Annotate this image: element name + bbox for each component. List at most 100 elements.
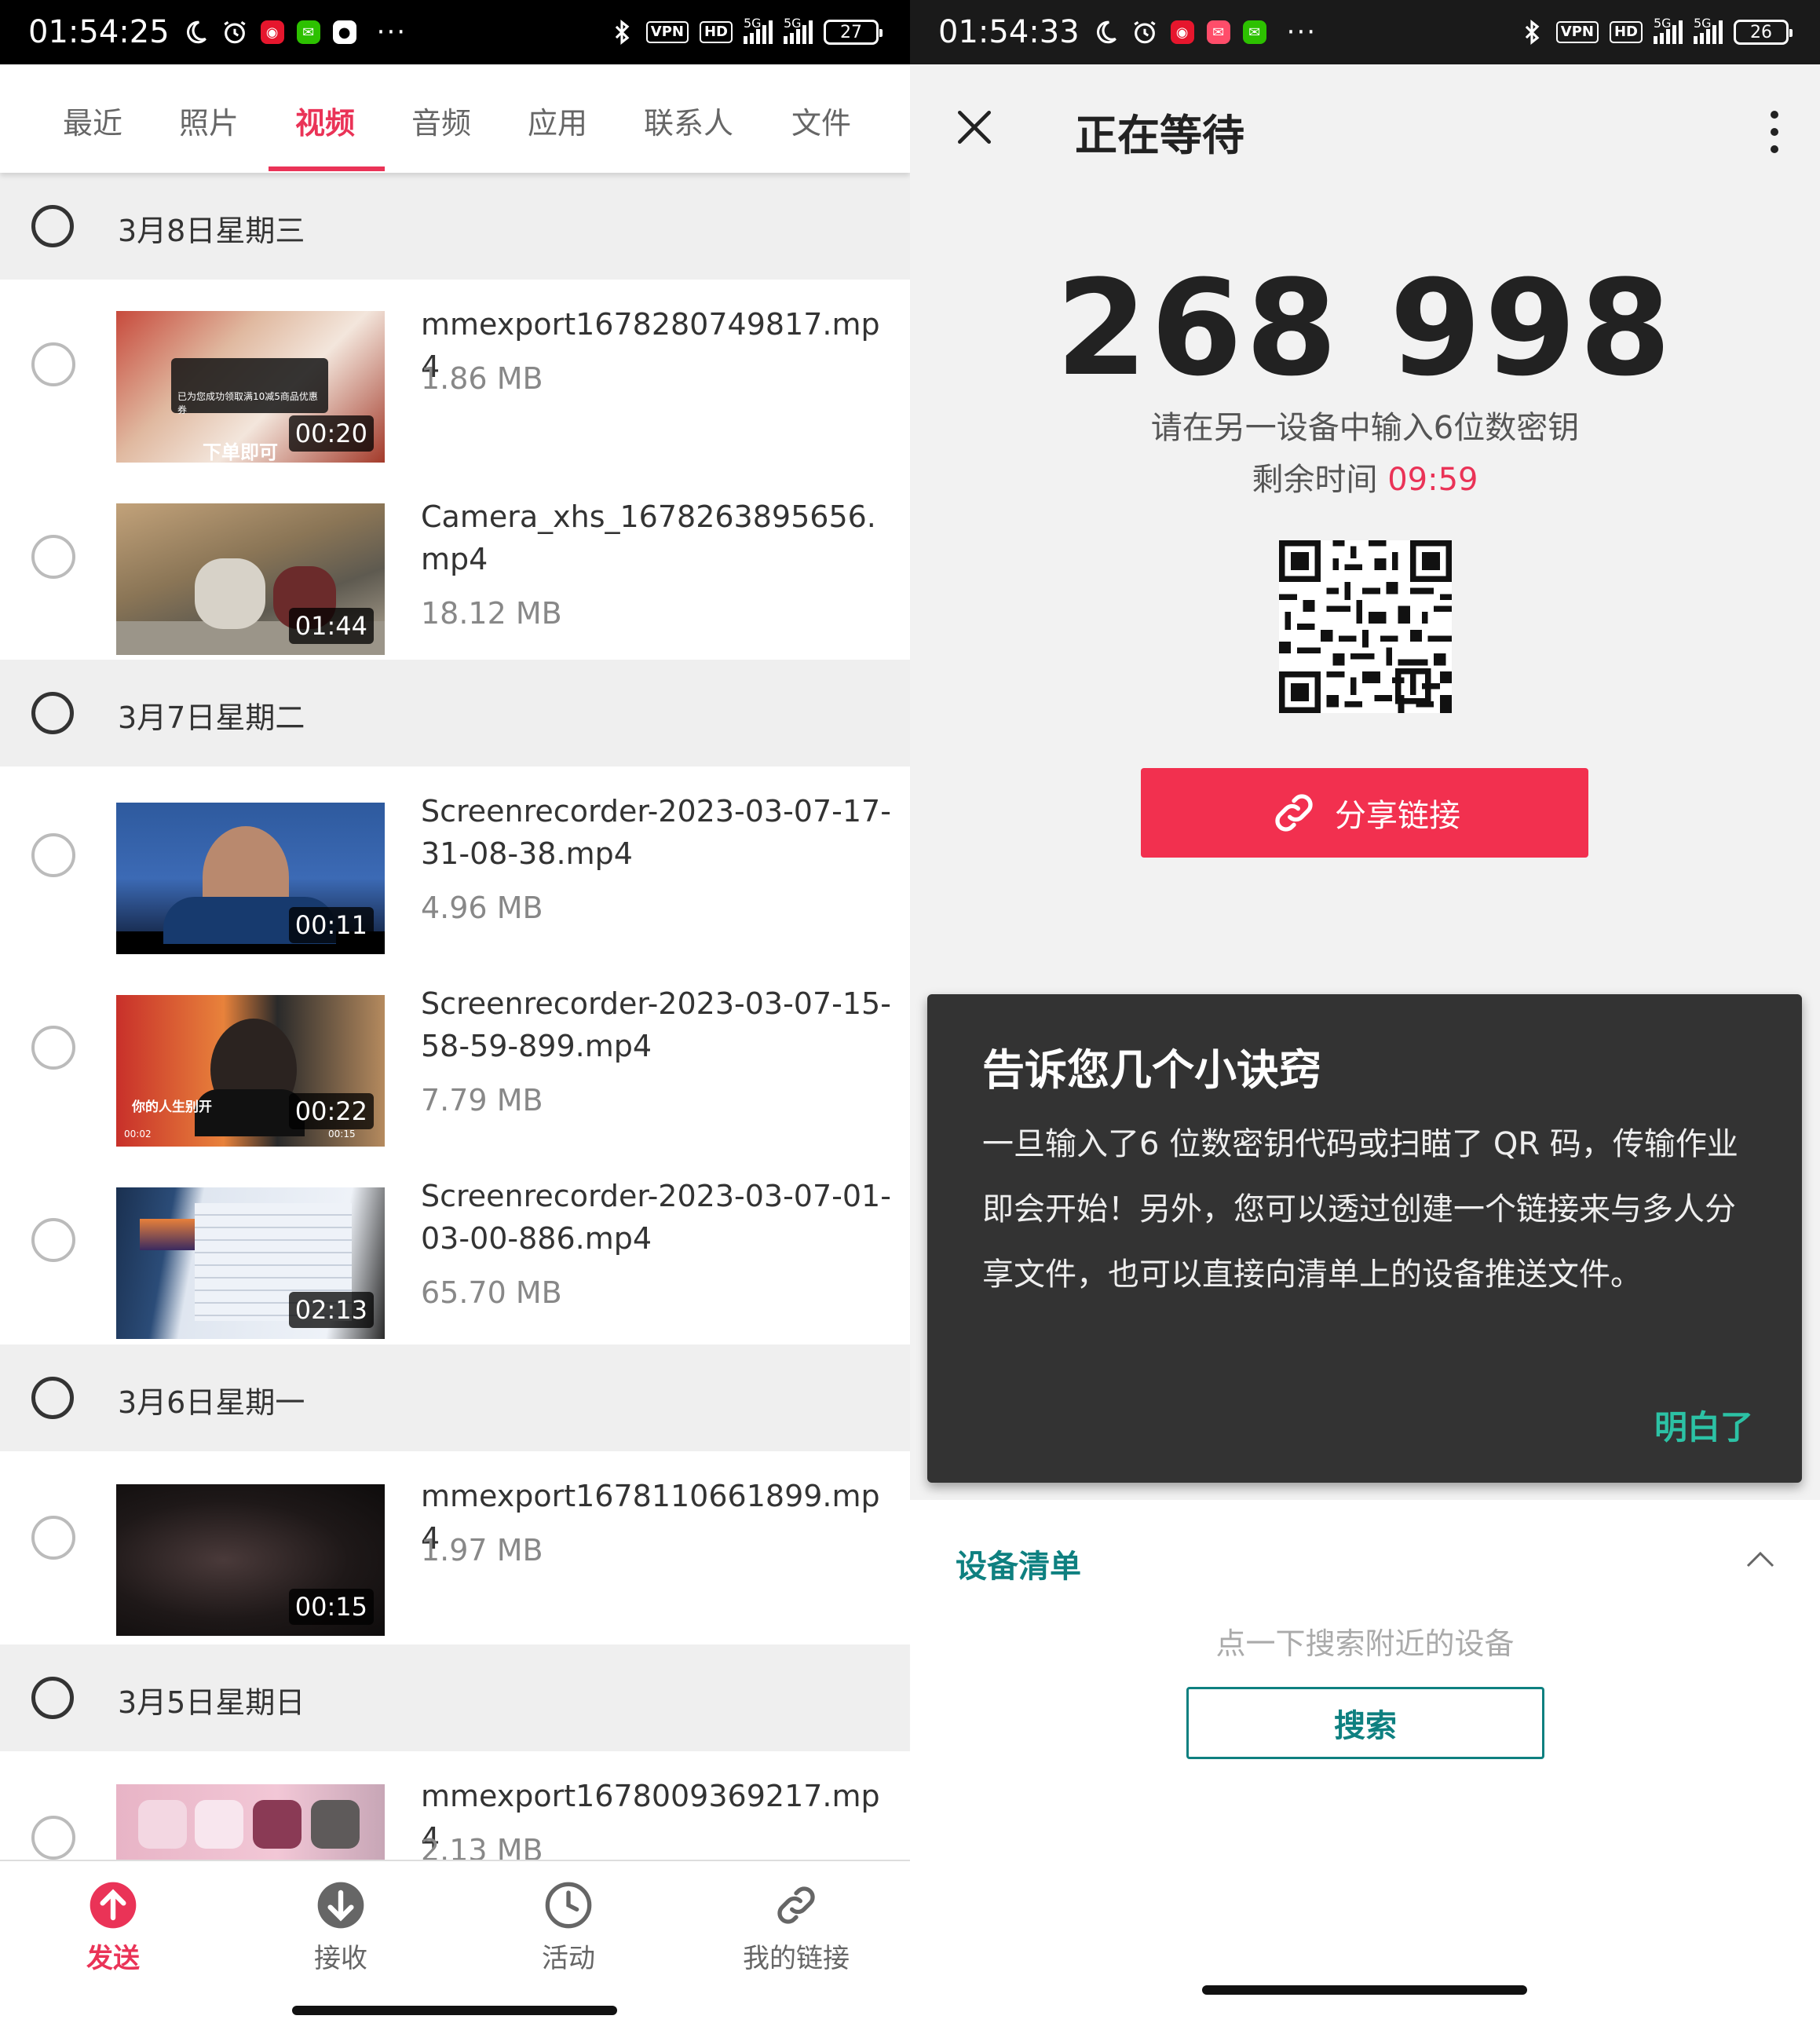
vpn-badge: VPN — [645, 21, 689, 43]
group-select-checkbox[interactable] — [31, 1377, 74, 1419]
tab-files[interactable]: 文件 — [791, 99, 851, 142]
moon-icon — [1096, 20, 1116, 44]
file-size: 4.96 MB — [421, 891, 543, 925]
tab-apps[interactable]: 应用 — [528, 99, 587, 142]
remaining-time: 剩余时间 09:59 — [910, 454, 1820, 499]
nav-send[interactable]: 发送 — [35, 1880, 192, 1975]
alarm-icon — [224, 20, 246, 44]
qq-app-icon: ● — [332, 20, 356, 44]
video-duration: 00:22 — [288, 1093, 374, 1129]
video-thumbnail: 00:11 — [116, 803, 385, 954]
list-item[interactable]: 02:13 Screenrecorder-2023-03-07-01-03-00… — [0, 1151, 910, 1344]
search-button[interactable]: 搜索 — [1186, 1687, 1544, 1759]
tips-ok-button[interactable]: 明白了 — [1654, 1401, 1753, 1449]
item-checkbox[interactable] — [31, 342, 75, 386]
group-select-checkbox[interactable] — [31, 1677, 74, 1719]
group-date-label: 3月7日星期二 — [118, 701, 305, 735]
nav-my-links[interactable]: 我的链接 — [718, 1880, 875, 1975]
video-duration: 01:44 — [288, 608, 374, 644]
video-thumbnail: 00:15 — [116, 1484, 385, 1636]
video-duration: 00:15 — [288, 1589, 374, 1625]
video-thumbnail: 01:44 — [116, 503, 385, 655]
chevron-up-icon[interactable] — [1745, 1549, 1776, 1569]
status-bar-left: 01:54:25 ◉ ✉ ● ··· VPN HD 5G 5G 27 — [0, 0, 910, 64]
home-indicator[interactable] — [292, 2006, 617, 2015]
share-link-label: 分享链接 — [1335, 798, 1460, 834]
home-indicator[interactable] — [1202, 1985, 1527, 1995]
file-size: 18.12 MB — [421, 596, 562, 631]
screen: 01:54:25 ◉ ✉ ● ··· VPN HD 5G 5G 27 最近 照片… — [0, 0, 1820, 2023]
tab-audio[interactable]: 音频 — [411, 99, 471, 142]
status-time: 01:54:25 — [28, 14, 170, 50]
file-size: 1.86 MB — [421, 361, 543, 396]
moon-icon — [186, 20, 206, 44]
weibo-app-icon: ◉ — [260, 20, 284, 44]
tab-photos[interactable]: 照片 — [179, 99, 239, 142]
link-icon — [1275, 794, 1313, 832]
date-group-header[interactable]: 3月8日星期三 — [0, 173, 910, 280]
date-group-header[interactable]: 3月5日星期日 — [0, 1644, 910, 1751]
nav-activity-label: 活动 — [542, 1943, 595, 1974]
tab-videos[interactable]: 视频 — [295, 99, 355, 142]
qr-code[interactable] — [1279, 540, 1452, 713]
battery-icon: 27 — [824, 20, 883, 45]
signal-icon: 5G — [744, 16, 773, 44]
list-item[interactable]: 00:15 mmexport1678110661899.mp4 1.97 MB — [0, 1451, 910, 1644]
thumb-toast: 已为您成功领取满10减5商品优惠券 — [171, 358, 328, 415]
upload-arrow-icon — [90, 1882, 137, 1929]
timer-label: 剩余时间 — [1252, 462, 1378, 498]
timer-value: 09:59 — [1387, 462, 1478, 498]
list-item[interactable]: 已为您成功领取满10减5商品优惠券 下单即可 00:20 mmexport167… — [0, 280, 910, 472]
list-item[interactable]: 00:11 Screenrecorder-2023-03-07-17-31-08… — [0, 766, 910, 959]
signal-icon-2: 5G — [1694, 16, 1723, 44]
bottom-navigation: 发送 接收 活动 我的链接 — [0, 1860, 910, 2023]
item-checkbox[interactable] — [31, 535, 75, 579]
bluetooth-icon — [615, 20, 630, 45]
waiting-content: 正在等待 268 998 请在另一设备中输入6位数密钥 剩余时间 09:59 分… — [910, 64, 1820, 1500]
nav-receive-label: 接收 — [314, 1943, 367, 1974]
group-date-label: 3月5日星期日 — [118, 1685, 305, 1720]
video-thumbnail: 已为您成功领取满10减5商品优惠券 下单即可 00:20 — [116, 311, 385, 463]
group-date-label: 3月8日星期三 — [118, 214, 305, 248]
share-link-button[interactable]: 分享链接 — [1141, 768, 1588, 858]
battery-icon: 26 — [1734, 20, 1793, 45]
file-picker-panel: 最近 照片 视频 音频 应用 联系人 文件 3月8日星期三 已为您成功领取满10… — [0, 64, 910, 2023]
file-name: Camera_xhs_1678263895656.mp4 — [421, 499, 876, 576]
thumb-total: 00:15 — [328, 1129, 356, 1140]
list-item[interactable]: 01:44 Camera_xhs_1678263895656.mp4 18.12… — [0, 472, 910, 664]
active-tab-indicator — [269, 166, 385, 171]
item-checkbox[interactable] — [31, 1218, 75, 1262]
tab-recent[interactable]: 最近 — [63, 99, 122, 142]
date-group-header[interactable]: 3月6日星期一 — [0, 1344, 910, 1451]
file-size: 7.79 MB — [421, 1083, 543, 1118]
status-time: 01:54:33 — [938, 14, 1080, 50]
group-date-label: 3月6日星期一 — [118, 1385, 305, 1420]
wechat-app-icon: ✉ — [1242, 20, 1266, 44]
item-checkbox[interactable] — [31, 833, 75, 877]
thumb-banner: 下单即可 — [203, 441, 278, 463]
tab-contacts[interactable]: 联系人 — [644, 99, 733, 142]
video-thumbnail: 你的人生别开 00:02 00:15 00:22 — [116, 995, 385, 1147]
vpn-badge: VPN — [1555, 21, 1599, 43]
nav-receive[interactable]: 接收 — [262, 1880, 419, 1975]
group-select-checkbox[interactable] — [31, 205, 74, 247]
nav-my-links-label: 我的链接 — [743, 1943, 850, 1974]
list-item[interactable]: 你的人生别开 00:02 00:15 00:22 Screenrecorder-… — [0, 959, 910, 1151]
download-arrow-icon — [317, 1882, 364, 1929]
close-icon[interactable] — [952, 105, 996, 149]
weibo-app-icon: ◉ — [1170, 20, 1194, 44]
file-name: Screenrecorder-2023-03-07-17-31-08-38.mp… — [421, 794, 891, 871]
more-notifications-icon: ··· — [376, 16, 407, 48]
item-checkbox[interactable] — [31, 1816, 75, 1860]
clock-icon — [545, 1882, 592, 1929]
status-bar-right: 01:54:33 ◉ ✉ ✉ ··· VPN HD 5G 5G 26 — [910, 0, 1820, 64]
more-options-icon[interactable] — [1770, 108, 1779, 155]
date-group-header[interactable]: 3月7日星期二 — [0, 660, 910, 766]
item-checkbox[interactable] — [31, 1026, 75, 1070]
item-checkbox[interactable] — [31, 1516, 75, 1560]
group-select-checkbox[interactable] — [31, 692, 74, 734]
nav-activity[interactable]: 活动 — [490, 1880, 647, 1975]
file-size: 1.97 MB — [421, 1533, 543, 1568]
signal-icon: 5G — [1654, 16, 1683, 44]
wechat-app-icon: ✉ — [296, 20, 320, 44]
